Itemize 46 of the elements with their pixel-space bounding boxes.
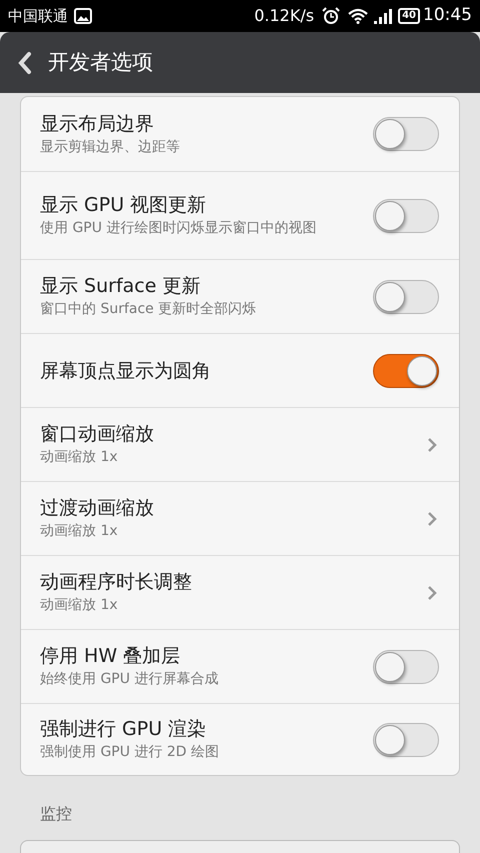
setting-description: 显示剪辑边界、边距等: [40, 138, 181, 156]
toggle-switch[interactable]: [373, 198, 439, 232]
setting-description: 始终使用 GPU 进行屏幕合成: [40, 670, 220, 689]
settings-row[interactable]: 动画程序时长调整 动画缩放 1x: [21, 556, 459, 630]
setting-title: 窗口动画缩放: [40, 422, 155, 447]
chevron-right-icon: [427, 584, 437, 600]
settings-row[interactable]: 显示布局边界 显示剪辑边界、边距等: [21, 97, 459, 172]
setting-title: 屏幕顶点显示为圆角: [40, 358, 212, 384]
section-header: 监控: [40, 804, 72, 823]
image-icon: [74, 8, 92, 24]
setting-title: 强制进行 GPU 渲染: [40, 717, 208, 742]
settings-row[interactable]: 显示 Surface 更新 窗口中的 Surface 更新时全部闪烁: [21, 260, 459, 334]
setting-title: 显示 GPU 视图更新: [40, 193, 208, 218]
alarm-icon: [322, 7, 340, 25]
setting-description: 窗口中的 Surface 更新时全部闪烁: [40, 300, 258, 319]
setting-description: 动画缩放 1x: [40, 448, 119, 467]
toggle-switch[interactable]: [373, 650, 439, 684]
setting-title: 停用 HW 叠加层: [40, 644, 182, 669]
toggle-switch[interactable]: [373, 117, 439, 151]
page-title: 开发者选项: [48, 48, 153, 76]
toggle-switch[interactable]: [373, 722, 439, 756]
settings-row[interactable]: 停用 HW 叠加层 始终使用 GPU 进行屏幕合成: [21, 630, 459, 704]
setting-description: 使用 GPU 进行绘图时闪烁显示窗口中的视图: [40, 219, 318, 238]
carrier-name: 中国联通: [8, 6, 68, 27]
settings-row[interactable]: 显示 GPU 视图更新 使用 GPU 进行绘图时闪烁显示窗口中的视图: [21, 172, 459, 260]
wifi-icon: [348, 8, 368, 24]
chevron-right-icon: [427, 436, 437, 452]
settings-row[interactable]: 强制进行 GPU 渲染 强制使用 GPU 进行 2D 绘图: [21, 704, 459, 775]
setting-title: 过渡动画缩放: [40, 496, 155, 521]
settings-row[interactable]: 过渡动画缩放 动画缩放 1x: [21, 482, 459, 556]
chevron-right-icon: [427, 510, 437, 526]
setting-title: 动画程序时长调整: [40, 570, 193, 595]
settings-row[interactable]: 窗口动画缩放 动画缩放 1x: [21, 408, 459, 482]
setting-title: 显示布局边界: [40, 112, 155, 136]
back-icon[interactable]: [18, 50, 32, 74]
setting-description: 动画缩放 1x: [40, 596, 119, 615]
settings-row[interactable]: 屏幕顶点显示为圆角: [21, 334, 459, 408]
signal-icon: [374, 8, 392, 24]
setting-title: 显示 Surface 更新: [40, 274, 202, 299]
toggle-switch[interactable]: [373, 354, 439, 388]
setting-description: 动画缩放 1x: [40, 522, 119, 541]
setting-description: 强制使用 GPU 进行 2D 绘图: [40, 743, 220, 762]
clock: 10:45: [423, 4, 472, 28]
toggle-switch[interactable]: [373, 280, 439, 314]
battery-level: 40: [398, 8, 420, 24]
network-speed: 0.12K/s: [254, 5, 314, 27]
